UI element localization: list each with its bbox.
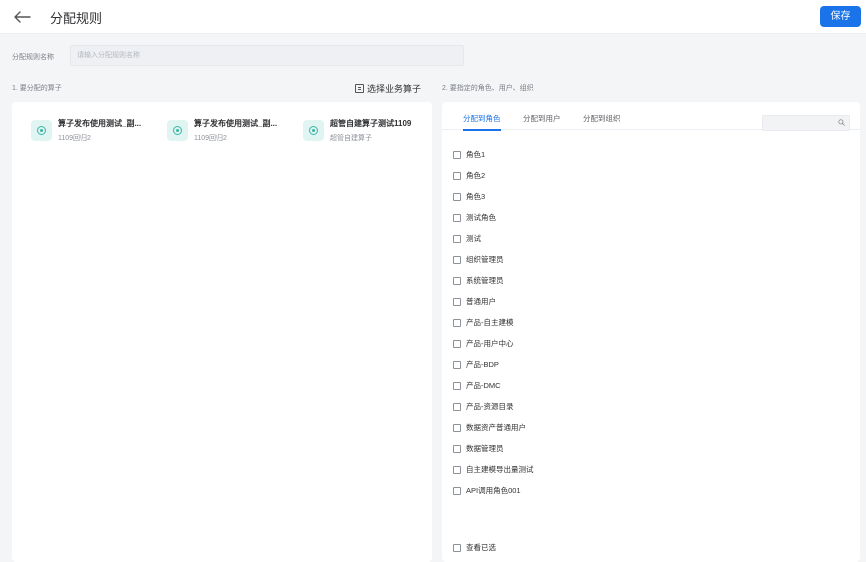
role-list: 角色1 角色2 角色3 测试角色 测试 组织管理员 系统管理员 普通用户 产品-…: [453, 144, 534, 501]
operator-subtitle: 1109回归2: [194, 135, 227, 142]
operator-icon: [303, 120, 324, 141]
operator-name: 超管自建算子测试1109: [330, 119, 412, 128]
role-item[interactable]: 产品-BDP: [453, 354, 534, 375]
role-item[interactable]: 测试: [453, 228, 534, 249]
role-item[interactable]: 角色3: [453, 186, 534, 207]
role-label: 角色1: [466, 150, 486, 159]
role-checkbox[interactable]: [453, 465, 461, 474]
role-checkbox[interactable]: [453, 444, 461, 453]
operator-name: 算子发布使用测试_副...: [58, 119, 142, 128]
role-label: 数据管理员: [466, 444, 504, 453]
select-operator-label: 选择业务算子: [367, 84, 422, 94]
role-label: 普通用户: [466, 297, 496, 306]
role-item[interactable]: 自主建模导出量测试: [453, 459, 534, 480]
role-item[interactable]: 角色2: [453, 165, 534, 186]
role-item[interactable]: 产品-用户中心: [453, 333, 534, 354]
role-checkbox[interactable]: [453, 192, 461, 201]
role-label: 自主建模导出量测试: [466, 465, 534, 474]
role-label: 产品-BDP: [466, 360, 499, 369]
role-checkbox[interactable]: [453, 318, 461, 327]
role-item[interactable]: 产品-DMC: [453, 375, 534, 396]
list-icon: [355, 84, 364, 93]
search-box: [762, 115, 850, 131]
role-checkbox[interactable]: [453, 486, 461, 495]
page-title: 分配规则: [50, 11, 103, 26]
role-label: API调用角色001: [466, 486, 521, 495]
role-label: 产品-资源目录: [466, 402, 514, 411]
back-arrow-icon[interactable]: [12, 8, 32, 26]
role-item[interactable]: 产品-自主建模: [453, 312, 534, 333]
role-item[interactable]: 组织管理员: [453, 249, 534, 270]
role-label: 产品-用户中心: [466, 339, 514, 348]
role-item[interactable]: 普通用户: [453, 291, 534, 312]
role-checkbox[interactable]: [453, 297, 461, 306]
operator-card[interactable]: 超管自建算子测试1109 超管自建算子: [303, 118, 428, 148]
operator-subtitle: 超管自建算子: [330, 135, 372, 142]
role-item[interactable]: 测试角色: [453, 207, 534, 228]
targets-section-title: 2. 要指定的角色、用户、组织: [442, 85, 534, 92]
role-item[interactable]: 产品-资源目录: [453, 396, 534, 417]
role-item[interactable]: 数据资产普通用户: [453, 417, 534, 438]
role-label: 测试: [466, 234, 481, 243]
role-label: 组织管理员: [466, 255, 504, 264]
role-checkbox[interactable]: [453, 234, 461, 243]
tab-assign-user[interactable]: 分配到用户: [523, 113, 561, 129]
role-item[interactable]: API调用角色001: [453, 480, 534, 501]
operator-icon: [167, 120, 188, 141]
tab-assign-role[interactable]: 分配到角色: [463, 113, 501, 131]
role-checkbox[interactable]: [453, 339, 461, 348]
operator-icon: [31, 120, 52, 141]
role-item[interactable]: 角色1: [453, 144, 534, 165]
targets-panel: 分配到角色 分配到用户 分配到组织 角色1 角色2 角色3 测试角色 测试 组织…: [442, 102, 860, 562]
operators-panel: 算子发布使用测试_副... 1109回归2 算子发布使用测试_副... 1109…: [12, 102, 432, 562]
view-selected-label: 查看已选: [466, 543, 496, 552]
role-label: 产品-自主建模: [466, 318, 514, 327]
search-icon[interactable]: [838, 119, 845, 126]
tab-assign-org[interactable]: 分配到组织: [583, 113, 621, 129]
view-selected-checkbox[interactable]: [453, 543, 461, 552]
role-checkbox[interactable]: [453, 381, 461, 390]
top-bar: 分配规则 保存: [0, 0, 866, 34]
search-input[interactable]: [763, 116, 837, 130]
operators-section-title: 1. 要分配的算子: [12, 85, 62, 92]
role-checkbox[interactable]: [453, 276, 461, 285]
role-item[interactable]: 系统管理员: [453, 270, 534, 291]
role-label: 角色3: [466, 192, 486, 201]
role-item[interactable]: 数据管理员: [453, 438, 534, 459]
role-checkbox[interactable]: [453, 423, 461, 432]
operator-card[interactable]: 算子发布使用测试_副... 1109回归2: [167, 118, 292, 148]
operator-subtitle: 1109回归2: [58, 135, 91, 142]
view-selected-toggle[interactable]: 查看已选: [453, 542, 496, 553]
role-checkbox[interactable]: [453, 255, 461, 264]
role-checkbox[interactable]: [453, 360, 461, 369]
operator-card[interactable]: 算子发布使用测试_副... 1109回归2: [31, 118, 156, 148]
operator-name: 算子发布使用测试_副...: [194, 119, 278, 128]
role-checkbox[interactable]: [453, 150, 461, 159]
role-label: 系统管理员: [466, 276, 504, 285]
select-operator-button[interactable]: 选择业务算子: [355, 82, 421, 95]
rule-name-input[interactable]: [70, 45, 464, 66]
role-label: 测试角色: [466, 213, 496, 222]
save-button[interactable]: 保存: [820, 6, 861, 27]
role-label: 数据资产普通用户: [466, 423, 526, 432]
role-label: 产品-DMC: [466, 381, 501, 390]
role-checkbox[interactable]: [453, 402, 461, 411]
assign-tabs: 分配到角色 分配到用户 分配到组织: [442, 110, 860, 131]
rule-name-label: 分配规则名称: [12, 54, 54, 61]
role-checkbox[interactable]: [453, 171, 461, 180]
role-checkbox[interactable]: [453, 213, 461, 222]
role-label: 角色2: [466, 171, 486, 180]
